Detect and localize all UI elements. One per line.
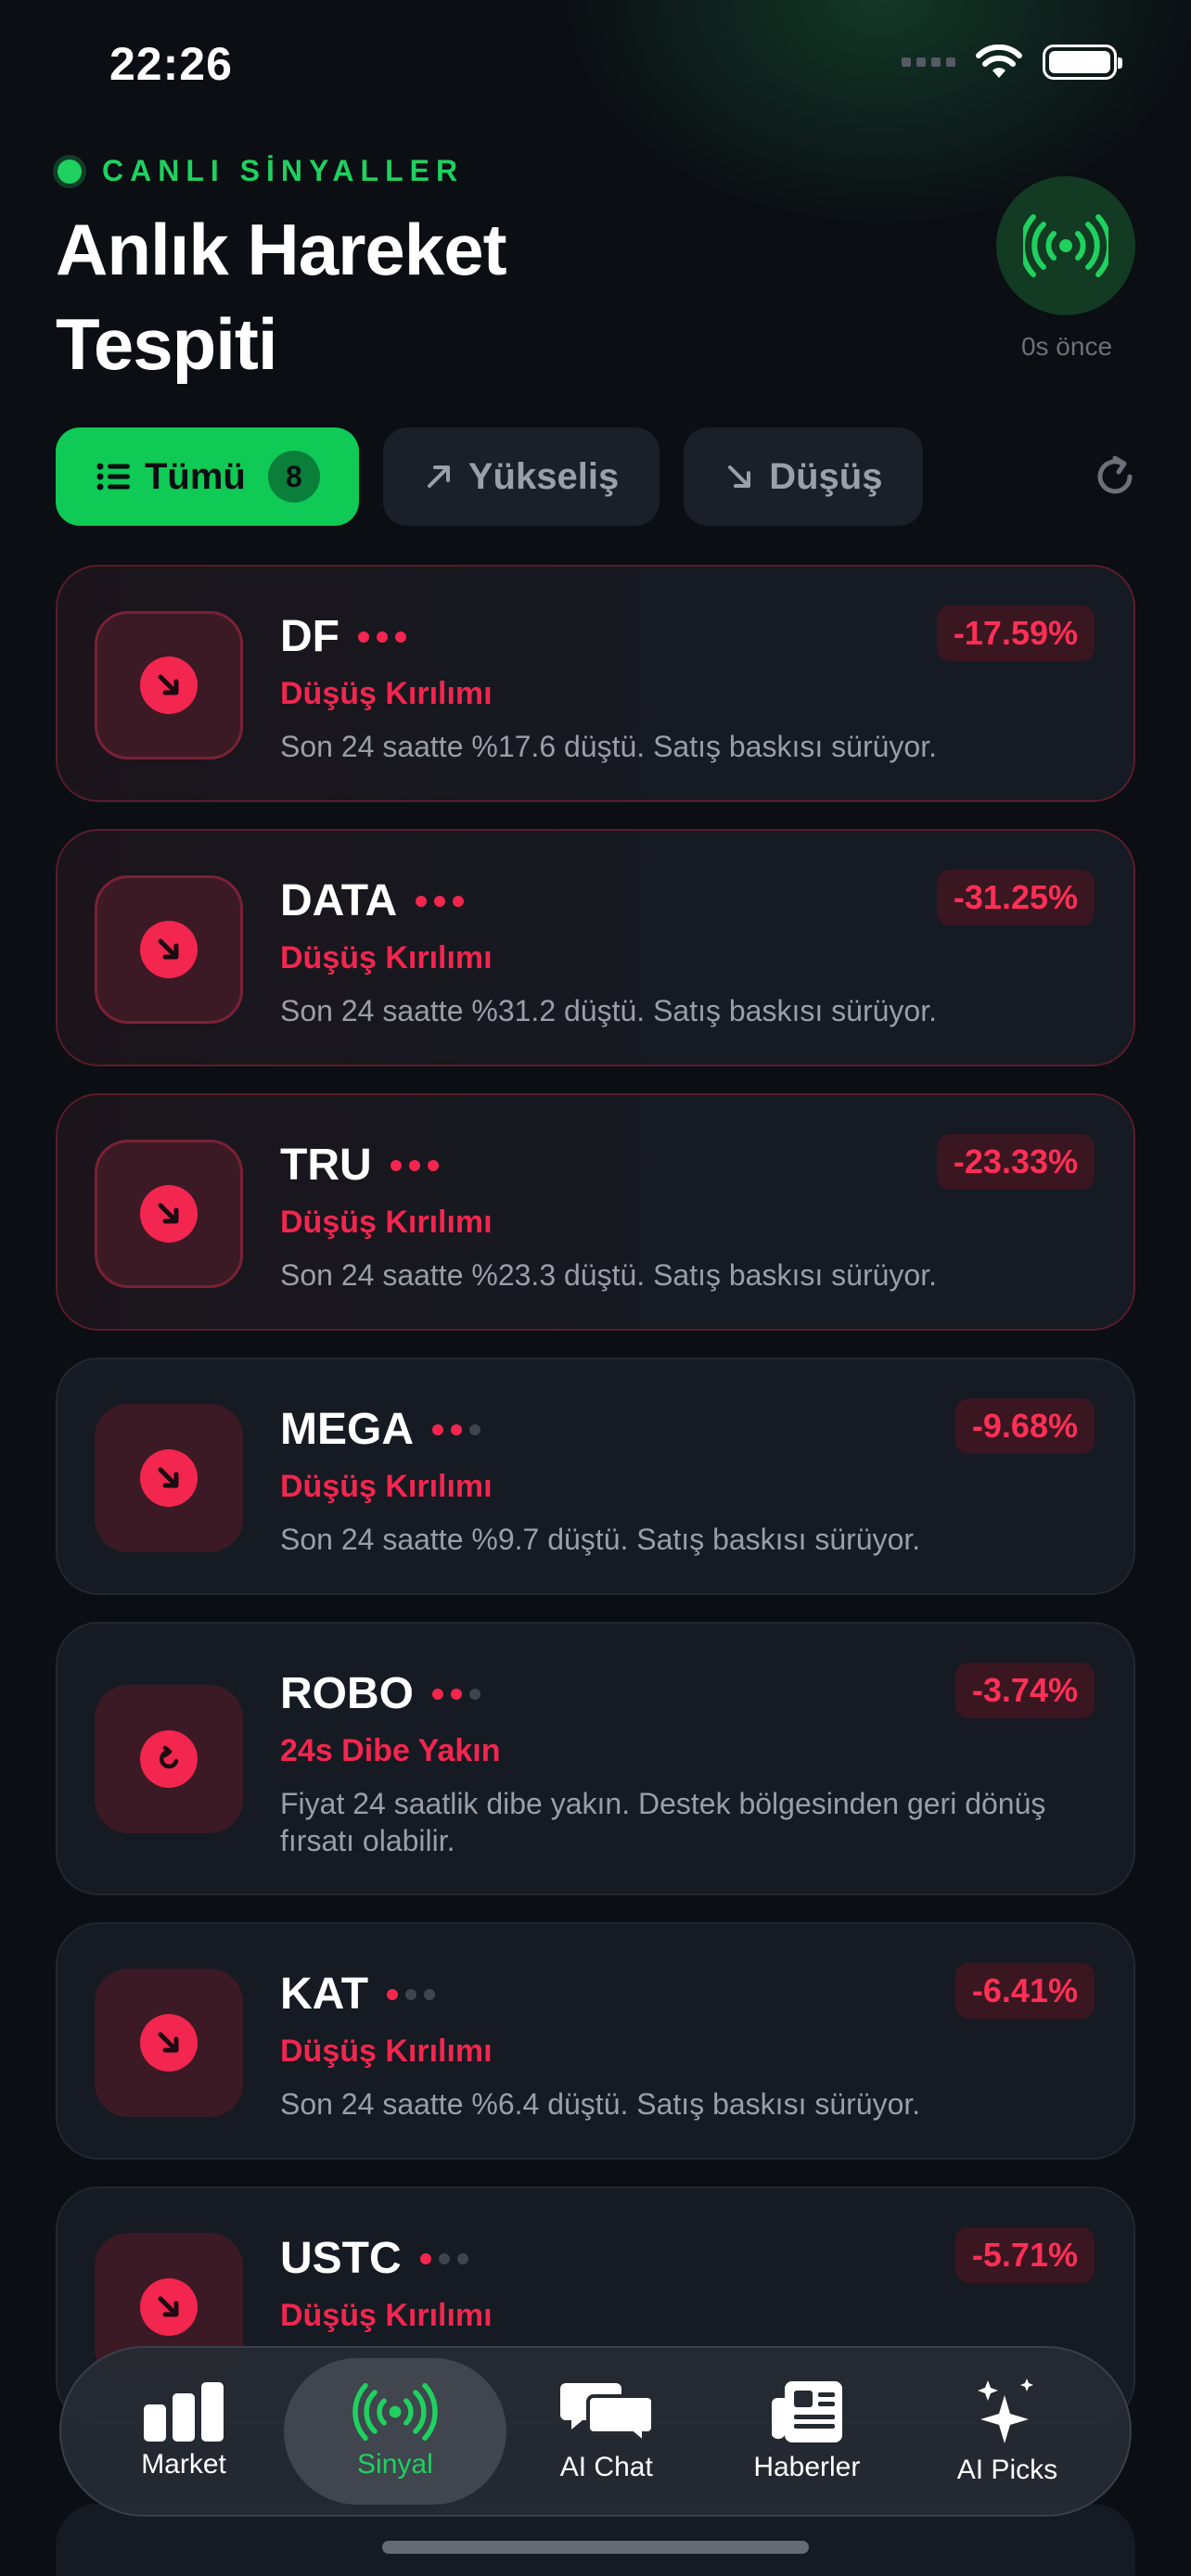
signal-type: Düşüş Kırılımı <box>280 1205 493 1240</box>
status-icons <box>902 45 1122 80</box>
tab-sinyal[interactable]: Sinyal <box>284 2358 506 2505</box>
signal-card[interactable]: ROBO -3.74% 24s Dibe Yakın Fiyat 24 saat… <box>56 1622 1135 1895</box>
signal-type: Düşüş Kırılımı <box>280 1469 493 1504</box>
signal-symbol: KAT <box>280 1970 369 2019</box>
filter-rise[interactable]: Yükseliş <box>382 427 660 526</box>
signal-symbol: TRU <box>280 1141 372 1190</box>
signal-description: Son 24 saatte %31.2 düştü. Satış baskısı… <box>280 994 937 1027</box>
tab-haberler[interactable]: Haberler <box>707 2358 907 2505</box>
page-title: Anlık Hareket Tespiti <box>56 209 507 385</box>
arrow-down-right-icon <box>158 2032 179 2053</box>
strength-dots <box>419 2252 468 2264</box>
live-label: CANLI SİNYALLER <box>102 154 465 187</box>
arrow-down-right-icon <box>158 674 179 695</box>
bottom-tab-bar: Market Sinyal AI Chat Haberler AI Picks <box>59 2346 1132 2517</box>
arrow-down-right-icon <box>158 1467 179 1488</box>
strength-dots <box>387 1988 436 2000</box>
live-signals-label: CANLI SİNYALLER <box>58 154 464 188</box>
list-icon <box>96 463 130 491</box>
live-radar-button[interactable] <box>996 176 1135 315</box>
broadcast-icon <box>1023 214 1108 277</box>
battery-icon <box>1043 45 1122 80</box>
signal-tile <box>95 1685 243 1833</box>
live-dot-icon <box>58 159 82 184</box>
tab-sinyal-label: Sinyal <box>357 2449 433 2480</box>
signal-type: Düşüş Kırılımı <box>280 940 493 976</box>
signal-change-badge: -23.33% <box>936 1134 1095 1190</box>
last-update-time: 0s önce <box>1020 332 1113 361</box>
signal-symbol: MEGA <box>280 1405 414 1454</box>
refresh-icon[interactable] <box>1091 453 1139 501</box>
filter-rise-label: Yükseliş <box>467 455 620 497</box>
signal-description: Son 24 saatte %6.4 düştü. Satış baskısı … <box>280 2087 921 2121</box>
arrow-down-right-icon <box>158 2296 179 2317</box>
signal-card[interactable]: KAT -6.41% Düşüş Kırılımı Son 24 saatte … <box>56 1922 1135 2160</box>
tab-ai-chat[interactable]: AI Chat <box>506 2358 707 2505</box>
tab-ai-chat-label: AI Chat <box>559 2452 653 2482</box>
arrow-down-right-icon <box>158 938 179 960</box>
filter-tabs: Tümü 8 Yükseliş Düşüş <box>56 427 924 526</box>
filter-fall[interactable]: Düşüş <box>684 427 924 526</box>
cellular-icon <box>902 57 955 67</box>
tab-ai-picks[interactable]: AI Picks <box>907 2358 1108 2505</box>
signal-description: Son 24 saatte %17.6 düştü. Satış baskısı… <box>280 730 937 763</box>
strength-dots <box>390 1159 439 1171</box>
signal-tile <box>95 1140 243 1288</box>
signal-symbol: USTC <box>280 2234 402 2283</box>
signal-symbol: ROBO <box>280 1669 414 1718</box>
bar-chart-icon <box>144 2382 224 2442</box>
signal-card[interactable]: TRU -23.33% Düşüş Kırılımı Son 24 saatte… <box>56 1093 1135 1331</box>
filter-fall-label: Düşüş <box>769 455 883 497</box>
tab-market-label: Market <box>141 2449 226 2480</box>
chat-bubbles-icon <box>559 2383 653 2444</box>
signal-tile <box>95 611 243 759</box>
arrow-down-right-icon <box>728 465 751 488</box>
arrow-down-right-icon <box>158 1203 179 1224</box>
signal-change-badge: -17.59% <box>936 606 1095 661</box>
strength-dots <box>357 631 406 643</box>
signal-change-badge: -9.68% <box>954 1398 1095 1454</box>
home-indicator <box>382 2541 809 2554</box>
signal-type: Düşüş Kırılımı <box>280 2298 493 2333</box>
filter-all-count: 8 <box>267 451 320 503</box>
tab-ai-picks-label: AI Picks <box>956 2455 1058 2485</box>
signal-tile <box>95 875 243 1024</box>
signal-card[interactable]: MEGA -9.68% Düşüş Kırılımı Son 24 saatte… <box>56 1358 1135 1595</box>
rebound-icon <box>160 1745 179 1769</box>
signal-tile <box>95 1969 243 2117</box>
signal-card[interactable]: DF -17.59% Düşüş Kırılımı Son 24 saatte … <box>56 565 1135 802</box>
signal-change-badge: -5.71% <box>954 2227 1095 2283</box>
signal-change-badge: -31.25% <box>936 870 1095 925</box>
filter-all-label: Tümü <box>145 455 246 497</box>
signal-symbol: DATA <box>280 876 398 925</box>
strength-dots <box>432 1423 480 1435</box>
signal-type: Düşüş Kırılımı <box>280 676 493 711</box>
sparkles-icon <box>977 2378 1033 2443</box>
strength-dots <box>432 1688 480 1700</box>
signal-symbol: DF <box>280 612 339 661</box>
strength-dots <box>416 895 465 907</box>
signal-change-badge: -3.74% <box>954 1663 1095 1718</box>
signal-type: Düşüş Kırılımı <box>280 2034 493 2069</box>
status-time: 22:26 <box>109 38 233 90</box>
arrow-up-right-icon <box>427 465 450 488</box>
tab-market[interactable]: Market <box>83 2358 284 2505</box>
signal-type: 24s Dibe Yakın <box>280 1733 501 1768</box>
signal-description: Son 24 saatte %9.7 düştü. Satış baskısı … <box>280 1523 921 1556</box>
newspaper-icon <box>771 2381 842 2442</box>
signal-description: Son 24 saatte %23.3 düştü. Satış baskısı… <box>280 1258 937 1292</box>
signal-description: Fiyat 24 saatlik dibe yakın. Destek bölg… <box>280 1787 1046 1857</box>
signal-change-badge: -6.41% <box>954 1963 1095 2019</box>
broadcast-icon <box>352 2382 438 2442</box>
wifi-icon <box>976 45 1022 78</box>
signal-card[interactable]: DATA -31.25% Düşüş Kırılımı Son 24 saatt… <box>56 829 1135 1066</box>
filter-all[interactable]: Tümü 8 <box>56 427 359 526</box>
tab-haberler-label: Haberler <box>753 2452 861 2482</box>
signal-tile <box>95 1404 243 1552</box>
